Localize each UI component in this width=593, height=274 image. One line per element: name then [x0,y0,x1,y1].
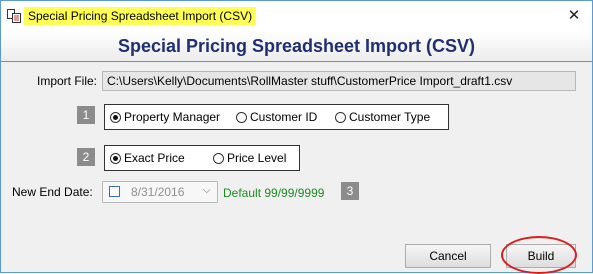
radio-selected-icon [110,153,121,164]
step-badge-2: 2 [77,148,95,166]
price-mode-group: Exact Price Price Level [104,145,300,171]
import-file-label: Import File: [37,74,98,88]
end-date-value: 8/31/2016 [131,185,185,199]
radio-label: Exact Price [124,151,185,165]
import-file-field[interactable]: C:\Users\Kelly\Documents\RollMaster stuf… [102,71,576,91]
radio-label: Customer Type [349,110,431,124]
date-enable-checkbox[interactable] [109,186,120,197]
step-badge-1: 1 [77,106,95,124]
radio-price-level[interactable]: Price Level [213,150,286,166]
end-date-picker[interactable]: 8/31/2016 ⌵ [102,181,218,203]
radio-exact-price[interactable]: Exact Price [110,150,185,166]
chevron-down-icon[interactable]: ⌵ [203,185,211,196]
close-icon: ✕ [567,7,581,24]
radio-customer-type[interactable]: Customer Type [335,109,430,125]
radio-label: Property Manager [124,110,221,124]
cancel-button[interactable]: Cancel [405,244,491,268]
end-date-label: New End Date: [12,185,93,199]
radio-unselected-icon [236,112,247,123]
title-bar: Special Pricing Spreadsheet Import (CSV)… [1,1,592,31]
dialog-window: Special Pricing Spreadsheet Import (CSV)… [0,0,593,274]
radio-selected-icon [110,112,121,123]
radio-unselected-icon [335,112,346,123]
radio-property-manager[interactable]: Property Manager [110,109,220,125]
default-date-note: Default 99/99/9999 [223,186,325,200]
window-title: Special Pricing Spreadsheet Import (CSV) [24,7,257,25]
build-button[interactable]: Build [506,244,576,268]
radio-unselected-icon [213,153,224,164]
import-file-path: C:\Users\Kelly\Documents\RollMaster stuf… [107,74,513,88]
close-button[interactable]: ✕ [561,4,587,28]
step-badge-3: 3 [341,182,359,200]
radio-label: Price Level [227,151,287,165]
page-title: Special Pricing Spreadsheet Import (CSV) [117,36,476,56]
header-banner: Special Pricing Spreadsheet Import (CSV) [1,31,592,62]
app-icon [7,9,21,23]
radio-label: Customer ID [250,110,318,124]
radio-customer-id[interactable]: Customer ID [236,109,317,125]
match-by-group: Property Manager Customer ID Customer Ty… [104,104,449,130]
